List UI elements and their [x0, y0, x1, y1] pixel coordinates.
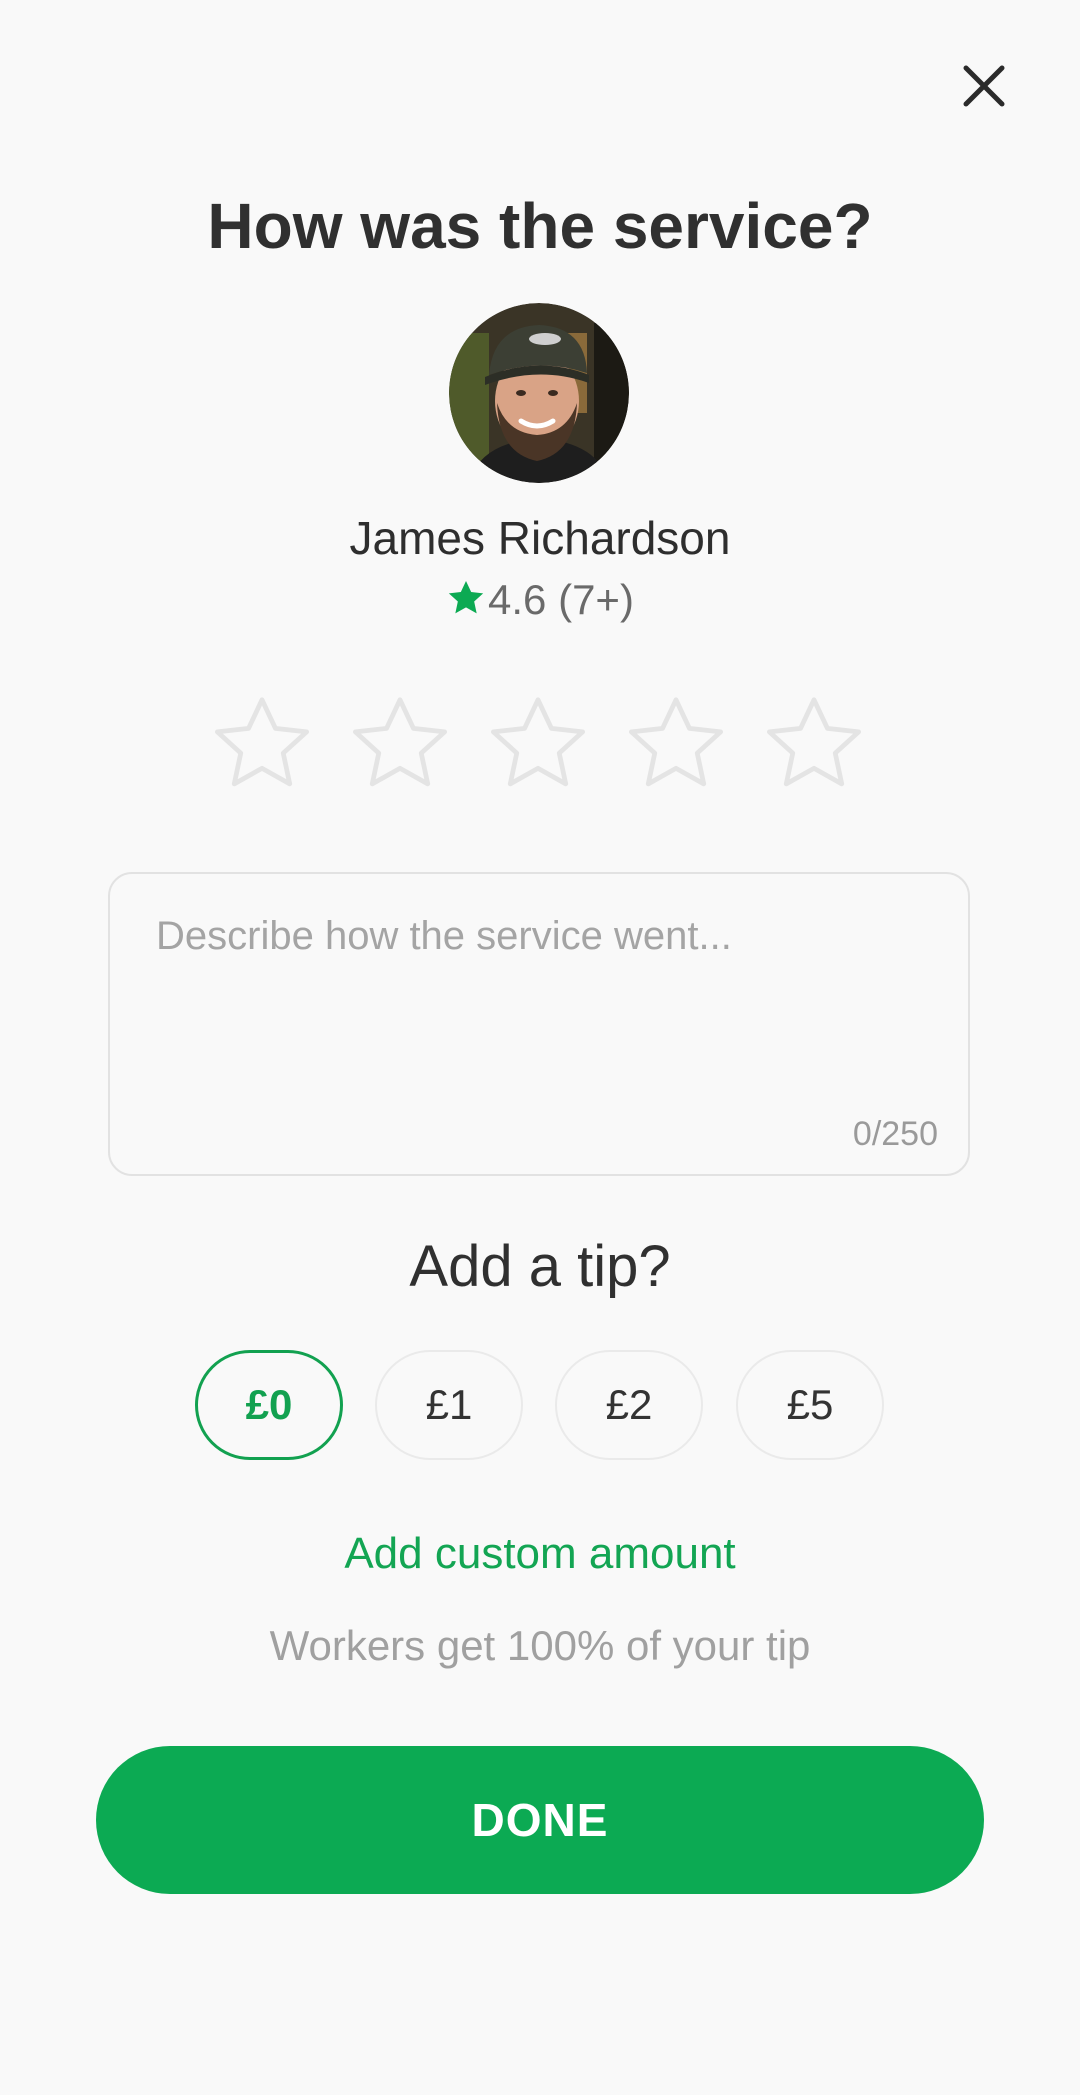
feedback-input[interactable]: [156, 914, 916, 1094]
worker-rating: 4.6 (7+): [0, 574, 1080, 626]
star-outline-icon: [214, 697, 310, 787]
page-title: How was the service?: [207, 190, 873, 262]
close-icon: [963, 65, 1005, 107]
add-custom-amount-link[interactable]: Add custom amount: [0, 1526, 1080, 1582]
star-filled-icon: [448, 581, 484, 614]
star-outline-icon: [628, 697, 724, 787]
tip-options: £0 £1 £2 £5: [195, 1350, 885, 1460]
tip-option-1[interactable]: £1: [375, 1350, 523, 1460]
star-outline-icon: [766, 697, 862, 787]
rating-value: 4.6 (7+): [488, 576, 634, 623]
star-outline-icon: [490, 697, 586, 787]
feedback-box: 0/250: [108, 872, 970, 1176]
person-photo-icon: [449, 303, 629, 483]
close-button[interactable]: [954, 56, 1014, 116]
tip-note: Workers get 100% of your tip: [269, 1622, 811, 1669]
star-4-button[interactable]: [624, 692, 728, 796]
done-button[interactable]: DONE: [96, 1746, 984, 1894]
tip-option-0[interactable]: £0: [195, 1350, 343, 1460]
star-3-button[interactable]: [486, 692, 590, 796]
star-5-button[interactable]: [762, 692, 866, 796]
star-rating-input: [210, 692, 870, 796]
tip-option-2[interactable]: £2: [555, 1350, 703, 1460]
tip-title: Add a tip?: [409, 1234, 671, 1299]
star-outline-icon: [352, 697, 448, 787]
tip-option-5[interactable]: £5: [736, 1350, 884, 1460]
avatar: [449, 303, 629, 483]
character-counter: 0/250: [852, 1115, 938, 1153]
star-1-button[interactable]: [210, 692, 314, 796]
star-2-button[interactable]: [348, 692, 452, 796]
worker-name: James Richardson: [349, 512, 731, 564]
